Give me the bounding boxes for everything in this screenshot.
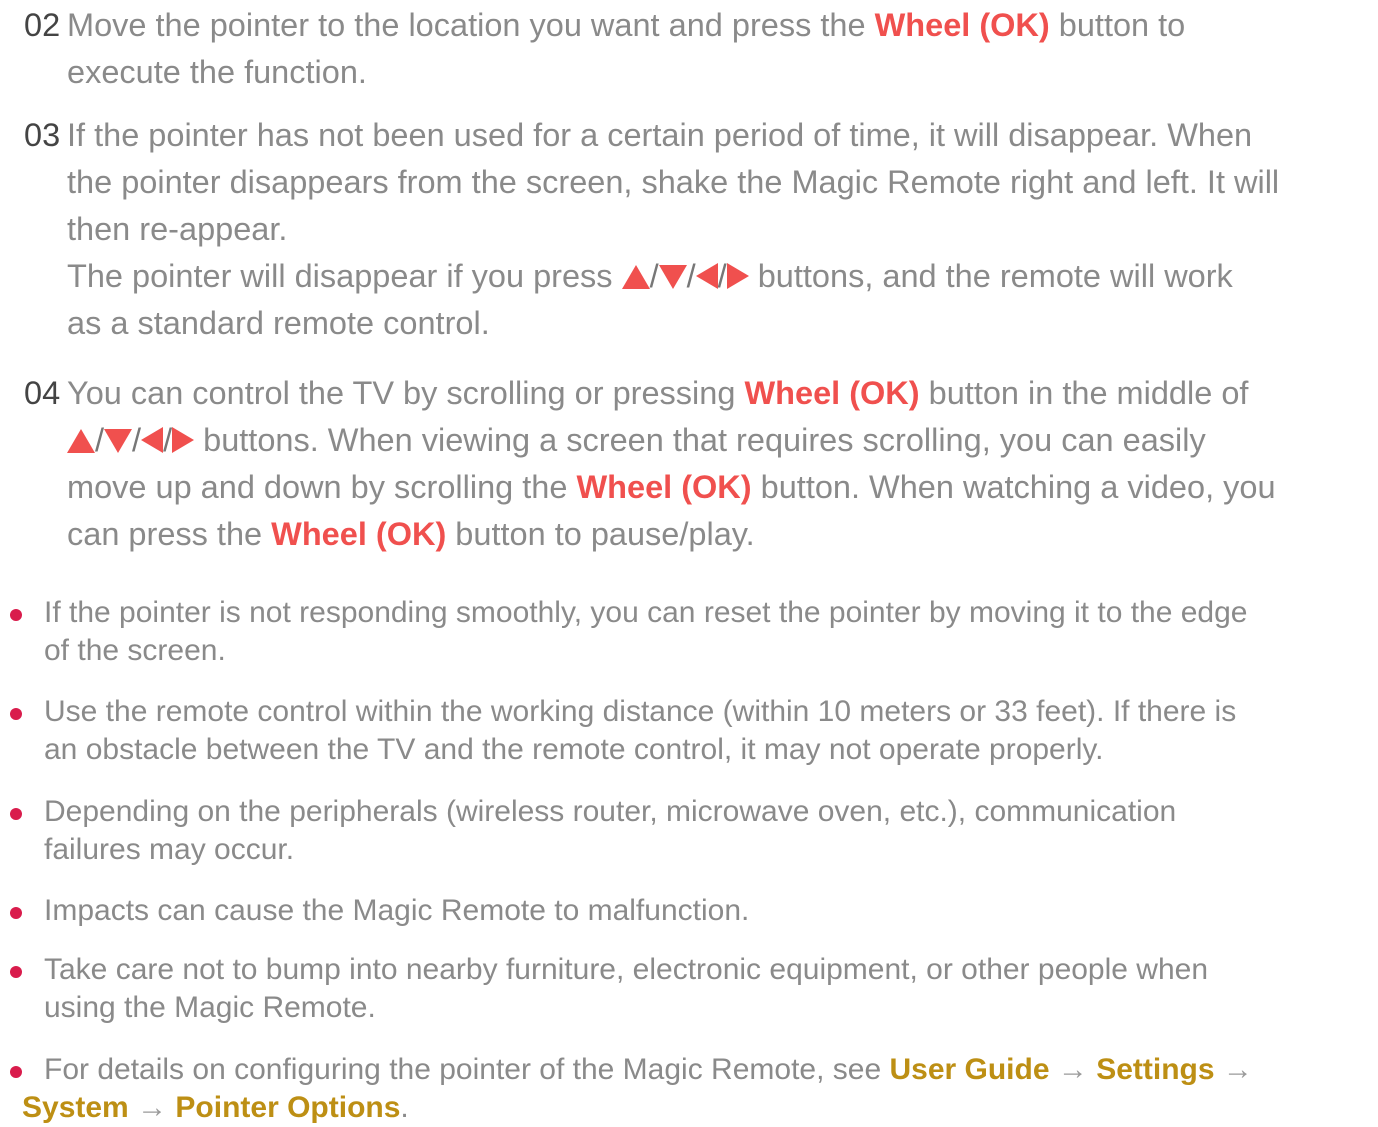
text-line: move up and down by scrolling the Wheel … (67, 469, 1276, 505)
text-line: Use the remote control within the workin… (44, 695, 1237, 728)
bullet-icon (10, 966, 22, 978)
left-arrow-icon (695, 263, 718, 289)
step-text: Move the pointer to the location you wan… (67, 2, 1369, 96)
step-text: You can control the TV by scrolling or p… (67, 370, 1369, 558)
text-line: the pointer disappears from the screen, … (67, 164, 1280, 200)
text-line: The pointer will disappear if you press … (67, 258, 1233, 294)
text-line: then re-appear. (67, 211, 288, 247)
text-line: If the pointer has not been used for a c… (67, 117, 1253, 153)
help-page: 02 Move the pointer to the location you … (0, 0, 1378, 1124)
direction-arrows-icon: / / / (67, 422, 195, 458)
note-item: Depending on the peripherals (wireless r… (44, 793, 1374, 869)
step-text: If the pointer has not been used for a c… (67, 112, 1369, 347)
text-line: can press the Wheel (OK) button to pause… (67, 516, 755, 552)
text-line: For details on configuring the pointer o… (44, 1053, 1253, 1086)
right-arrow-icon: → (1057, 1053, 1088, 1086)
left-arrow-icon (141, 427, 164, 453)
right-arrow-icon: → (1222, 1053, 1253, 1086)
right-arrow-icon (726, 263, 749, 289)
text-line: using the Magic Remote. (44, 991, 376, 1024)
down-arrow-icon (658, 265, 687, 289)
note-item: Use the remote control within the workin… (44, 693, 1374, 769)
bullet-icon (10, 708, 22, 720)
up-arrow-icon (621, 265, 650, 289)
link-settings[interactable]: Settings (1096, 1053, 1214, 1086)
note-item: Take care not to bump into nearby furnit… (44, 951, 1374, 1027)
direction-arrows-icon: / / / (621, 258, 749, 294)
text-line: Impacts can cause the Magic Remote to ma… (44, 894, 750, 927)
right-arrow-icon (172, 427, 195, 453)
link-user-guide[interactable]: User Guide (889, 1053, 1049, 1086)
text-line: / / / buttons. When viewing a screen that … (67, 417, 1369, 464)
link-system[interactable]: System (22, 1091, 129, 1124)
wheel-ok-button-label: Wheel (OK) (576, 469, 752, 505)
text-line: an obstacle between the TV and the remot… (44, 733, 1104, 766)
bullet-icon (10, 808, 22, 820)
text-line: failures may occur. (44, 833, 295, 866)
text-line: Take care not to bump into nearby furnit… (44, 953, 1209, 986)
text-line: as a standard remote control. (67, 305, 490, 341)
text-line: execute the function. (67, 54, 367, 90)
text-line: If the pointer is not responding smoothl… (44, 596, 1248, 629)
right-arrow-icon: → (137, 1091, 168, 1124)
text-line: System → Pointer Options. (22, 1091, 409, 1124)
up-arrow-icon (67, 429, 95, 453)
bullet-icon (10, 609, 22, 621)
step-number: 03 (24, 117, 61, 153)
down-arrow-icon (104, 429, 133, 453)
bullet-icon (10, 907, 22, 919)
text-line: You can control the TV by scrolling or p… (67, 375, 1249, 411)
link-pointer-options[interactable]: Pointer Options (175, 1091, 400, 1124)
note-item-pointer-options: For details on configuring the pointer o… (22, 1051, 1374, 1127)
text-line: Depending on the peripherals (wireless r… (44, 795, 1177, 828)
text-line: of the screen. (44, 634, 226, 667)
wheel-ok-button-label: Wheel (OK) (744, 375, 920, 411)
wheel-ok-button-label: Wheel (OK) (874, 7, 1050, 43)
note-item: Impacts can cause the Magic Remote to ma… (44, 892, 1374, 930)
step-number: 02 (24, 7, 61, 43)
wheel-ok-button-label: Wheel (OK) (271, 516, 447, 552)
bullet-icon (10, 1066, 22, 1078)
note-item: If the pointer is not responding smoothl… (44, 594, 1374, 670)
step-number: 04 (24, 375, 61, 411)
text-line: Move the pointer to the location you wan… (67, 7, 1186, 43)
